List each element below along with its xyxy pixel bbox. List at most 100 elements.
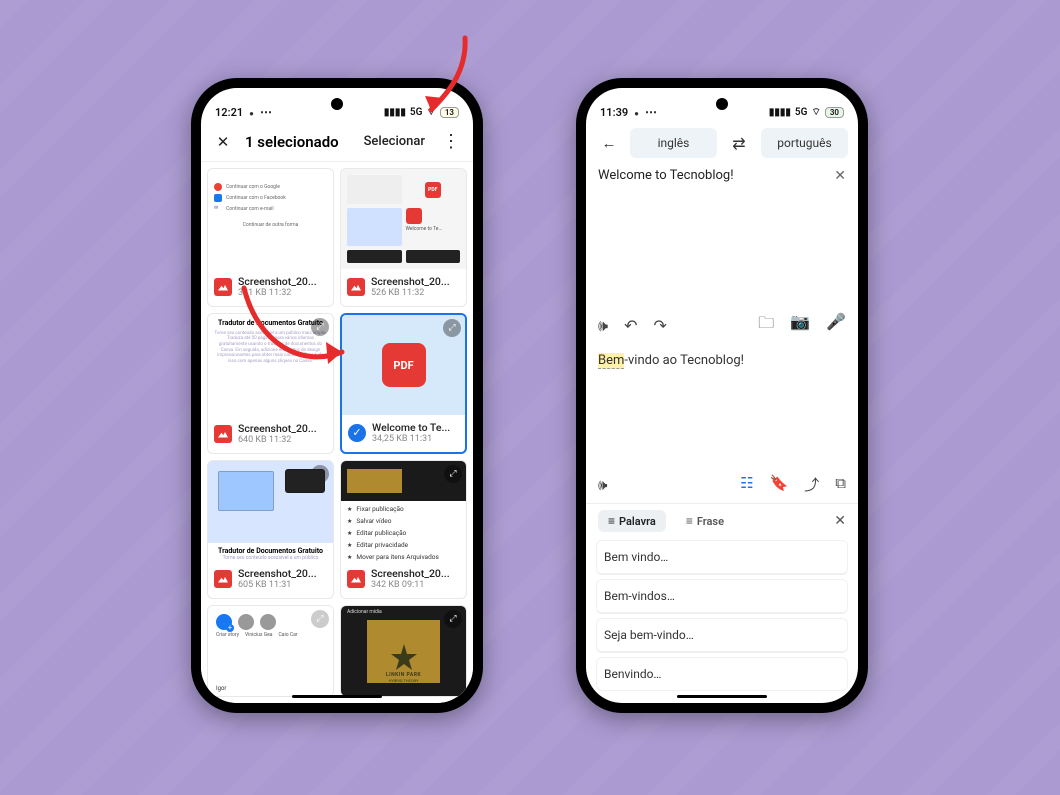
gallery-tile-selected[interactable]: ⤢ PDF ✓ Welcome to Te...34,25 KB 11:31 <box>340 313 467 454</box>
file-name: Screenshot_20... <box>238 275 327 288</box>
more-icon[interactable] <box>437 128 465 156</box>
suggestion-item[interactable]: Bem vindo… <box>596 540 848 575</box>
suggestion-item[interactable]: Benvindo… <box>596 657 848 691</box>
file-name: Screenshot_20... <box>371 567 460 580</box>
status-time: 11:39 <box>600 106 628 119</box>
file-name: Screenshot_20... <box>238 422 327 435</box>
file-name: Screenshot_20... <box>238 567 327 580</box>
gallery-tile[interactable]: ⤢ Tradutor de Documentos Gratuito Torne … <box>207 460 334 599</box>
screen-right: 11:39 ▮▮▮▮ 5G ⌔ 30 ← inglês ⇄ português … <box>586 88 858 703</box>
source-text-area[interactable]: Welcome to Tecnoblog! ✕ <box>586 166 858 186</box>
suggestion-item[interactable]: Seja bem-vindo… <box>596 618 848 653</box>
lines-icon <box>686 514 693 528</box>
signal-icon: ▮▮▮▮ <box>769 107 791 118</box>
image-badge-icon <box>214 425 232 443</box>
pdf-icon: PDF <box>382 343 426 387</box>
lines-icon <box>608 514 615 528</box>
thumbnail: ⤢ Tradutor de Documentos Gratuito Torne … <box>208 314 333 416</box>
network-label: 5G <box>795 107 808 118</box>
language-bar: ← inglês ⇄ português <box>586 122 858 166</box>
select-button[interactable]: Selecionar <box>360 130 429 153</box>
translation-output: Bem-vindo ao Tecnoblog! <box>586 345 858 376</box>
input-toolbar: 🕪 ↶ ↷ 🗀 📷 🎤 <box>586 306 858 345</box>
selected-check-icon: ✓ <box>348 424 366 442</box>
output-toolbar: 🕪 ☷ 🔖 ⤴ ⧉ <box>586 470 858 504</box>
copy-icon[interactable]: ⧉ <box>835 474 846 495</box>
file-name: Screenshot_20... <box>371 275 460 288</box>
back-icon[interactable]: ← <box>596 130 622 156</box>
file-meta: 381 KB 11:32 <box>238 288 327 298</box>
image-badge-icon <box>214 570 232 588</box>
highlighted-fragment: Bem <box>598 353 624 369</box>
redo-icon[interactable]: ↷ <box>654 316 667 336</box>
thumbnail: ⤢ <box>341 461 466 501</box>
source-text: Welcome to Tecnoblog! <box>598 168 826 183</box>
suggestions-list: Bem vindo… Bem-vindos… Seja bem-vindo… B… <box>586 538 858 703</box>
battery-indicator: 13 <box>440 107 459 118</box>
dictionary-tabs: Palavra Frase ✕ <box>586 504 858 538</box>
expand-icon[interactable]: ⤢ <box>311 318 329 336</box>
clear-icon[interactable]: ✕ <box>834 168 846 184</box>
gallery-tile[interactable]: ⤢ + Criar storyVinicius GeaCaio Car Igor <box>207 605 334 697</box>
mic-icon[interactable]: 🎤 <box>826 312 846 339</box>
thumbnail: ⤢ PDF <box>342 315 465 415</box>
wifi-icon: ⌔ <box>426 106 435 119</box>
thumbnail: Continuar com o Google Continuar com o F… <box>208 169 333 269</box>
thumbnail: PDF Welcome to Te... <box>341 169 466 269</box>
network-label: 5G <box>410 107 423 118</box>
thumbnail: Adicionar mídia ⤢ LINKIN PARK HYBRID THE… <box>341 606 466 696</box>
phone-mockup-right: 11:39 ▮▮▮▮ 5G ⌔ 30 ← inglês ⇄ português … <box>576 78 868 713</box>
expand-icon[interactable]: ⤢ <box>311 610 329 628</box>
open-file-icon[interactable]: 🗀 <box>758 312 774 339</box>
file-meta: 605 KB 11:31 <box>238 580 327 590</box>
thumbnail: ⤢ <box>208 461 333 543</box>
home-indicator <box>292 695 382 698</box>
selection-title: 1 selecionado <box>245 133 352 151</box>
suggestion-item[interactable]: Bem-vindos… <box>596 579 848 614</box>
file-meta: 526 KB 11:32 <box>371 288 460 298</box>
screen-left: 12:21 ▮▮▮▮ 5G ⌔ 13 1 selecionado Selecio… <box>201 88 473 703</box>
swap-languages-icon[interactable]: ⇄ <box>725 129 753 157</box>
close-panel-icon[interactable]: ✕ <box>834 513 846 529</box>
gallery-tile[interactable]: ⤢ Fixar publicação Salvar vídeo Editar p… <box>340 460 467 599</box>
notification-icon <box>249 106 254 119</box>
file-meta: 342 KB 09:11 <box>371 580 460 590</box>
tab-word[interactable]: Palavra <box>598 510 666 532</box>
camera-icon[interactable]: 📷 <box>790 312 810 339</box>
tab-sentence[interactable]: Frase <box>676 510 734 532</box>
list-icon[interactable]: ☷ <box>740 474 753 495</box>
gallery-tile[interactable]: Continuar com o Google Continuar com o F… <box>207 168 334 307</box>
speak-output-icon[interactable]: 🕪 <box>598 476 607 494</box>
expand-icon[interactable]: ⤢ <box>444 610 462 628</box>
target-language-chip[interactable]: português <box>761 128 848 158</box>
file-name: Welcome to Te... <box>372 421 459 434</box>
image-badge-icon <box>347 570 365 588</box>
thumbnail: ⤢ + Criar storyVinicius GeaCaio Car Igor <box>208 606 333 696</box>
more-notification-icon <box>260 105 272 119</box>
image-badge-icon <box>347 278 365 296</box>
image-badge-icon <box>214 278 232 296</box>
background-pattern <box>0 0 1060 795</box>
undo-icon[interactable]: ↶ <box>624 316 637 336</box>
speak-icon[interactable]: 🕪 <box>598 316 608 336</box>
home-indicator <box>677 695 767 698</box>
file-meta: 640 KB 11:32 <box>238 435 327 445</box>
close-icon[interactable] <box>209 128 237 156</box>
gallery-tile[interactable]: Adicionar mídia ⤢ LINKIN PARK HYBRID THE… <box>340 605 467 697</box>
camera-notch <box>716 98 728 110</box>
gallery-tile[interactable]: PDF Welcome to Te... Screenshot_20...526… <box>340 168 467 307</box>
more-notification-icon <box>645 105 657 119</box>
source-language-chip[interactable]: inglês <box>630 128 717 158</box>
phone-mockup-left: 12:21 ▮▮▮▮ 5G ⌔ 13 1 selecionado Selecio… <box>191 78 483 713</box>
app-bar: 1 selecionado Selecionar <box>201 122 473 162</box>
wifi-icon: ⌔ <box>811 106 820 119</box>
signal-icon: ▮▮▮▮ <box>384 107 406 118</box>
notification-icon <box>634 106 639 119</box>
gallery-tile[interactable]: ⤢ Tradutor de Documentos Gratuito Torne … <box>207 313 334 454</box>
gallery-grid[interactable]: Continuar com o Google Continuar com o F… <box>201 162 473 703</box>
share-icon[interactable]: ⤴ <box>804 474 819 495</box>
expand-icon[interactable]: ⤢ <box>443 319 461 337</box>
bookmark-icon[interactable]: 🔖 <box>770 474 789 495</box>
camera-notch <box>331 98 343 110</box>
expand-icon[interactable]: ⤢ <box>444 465 462 483</box>
